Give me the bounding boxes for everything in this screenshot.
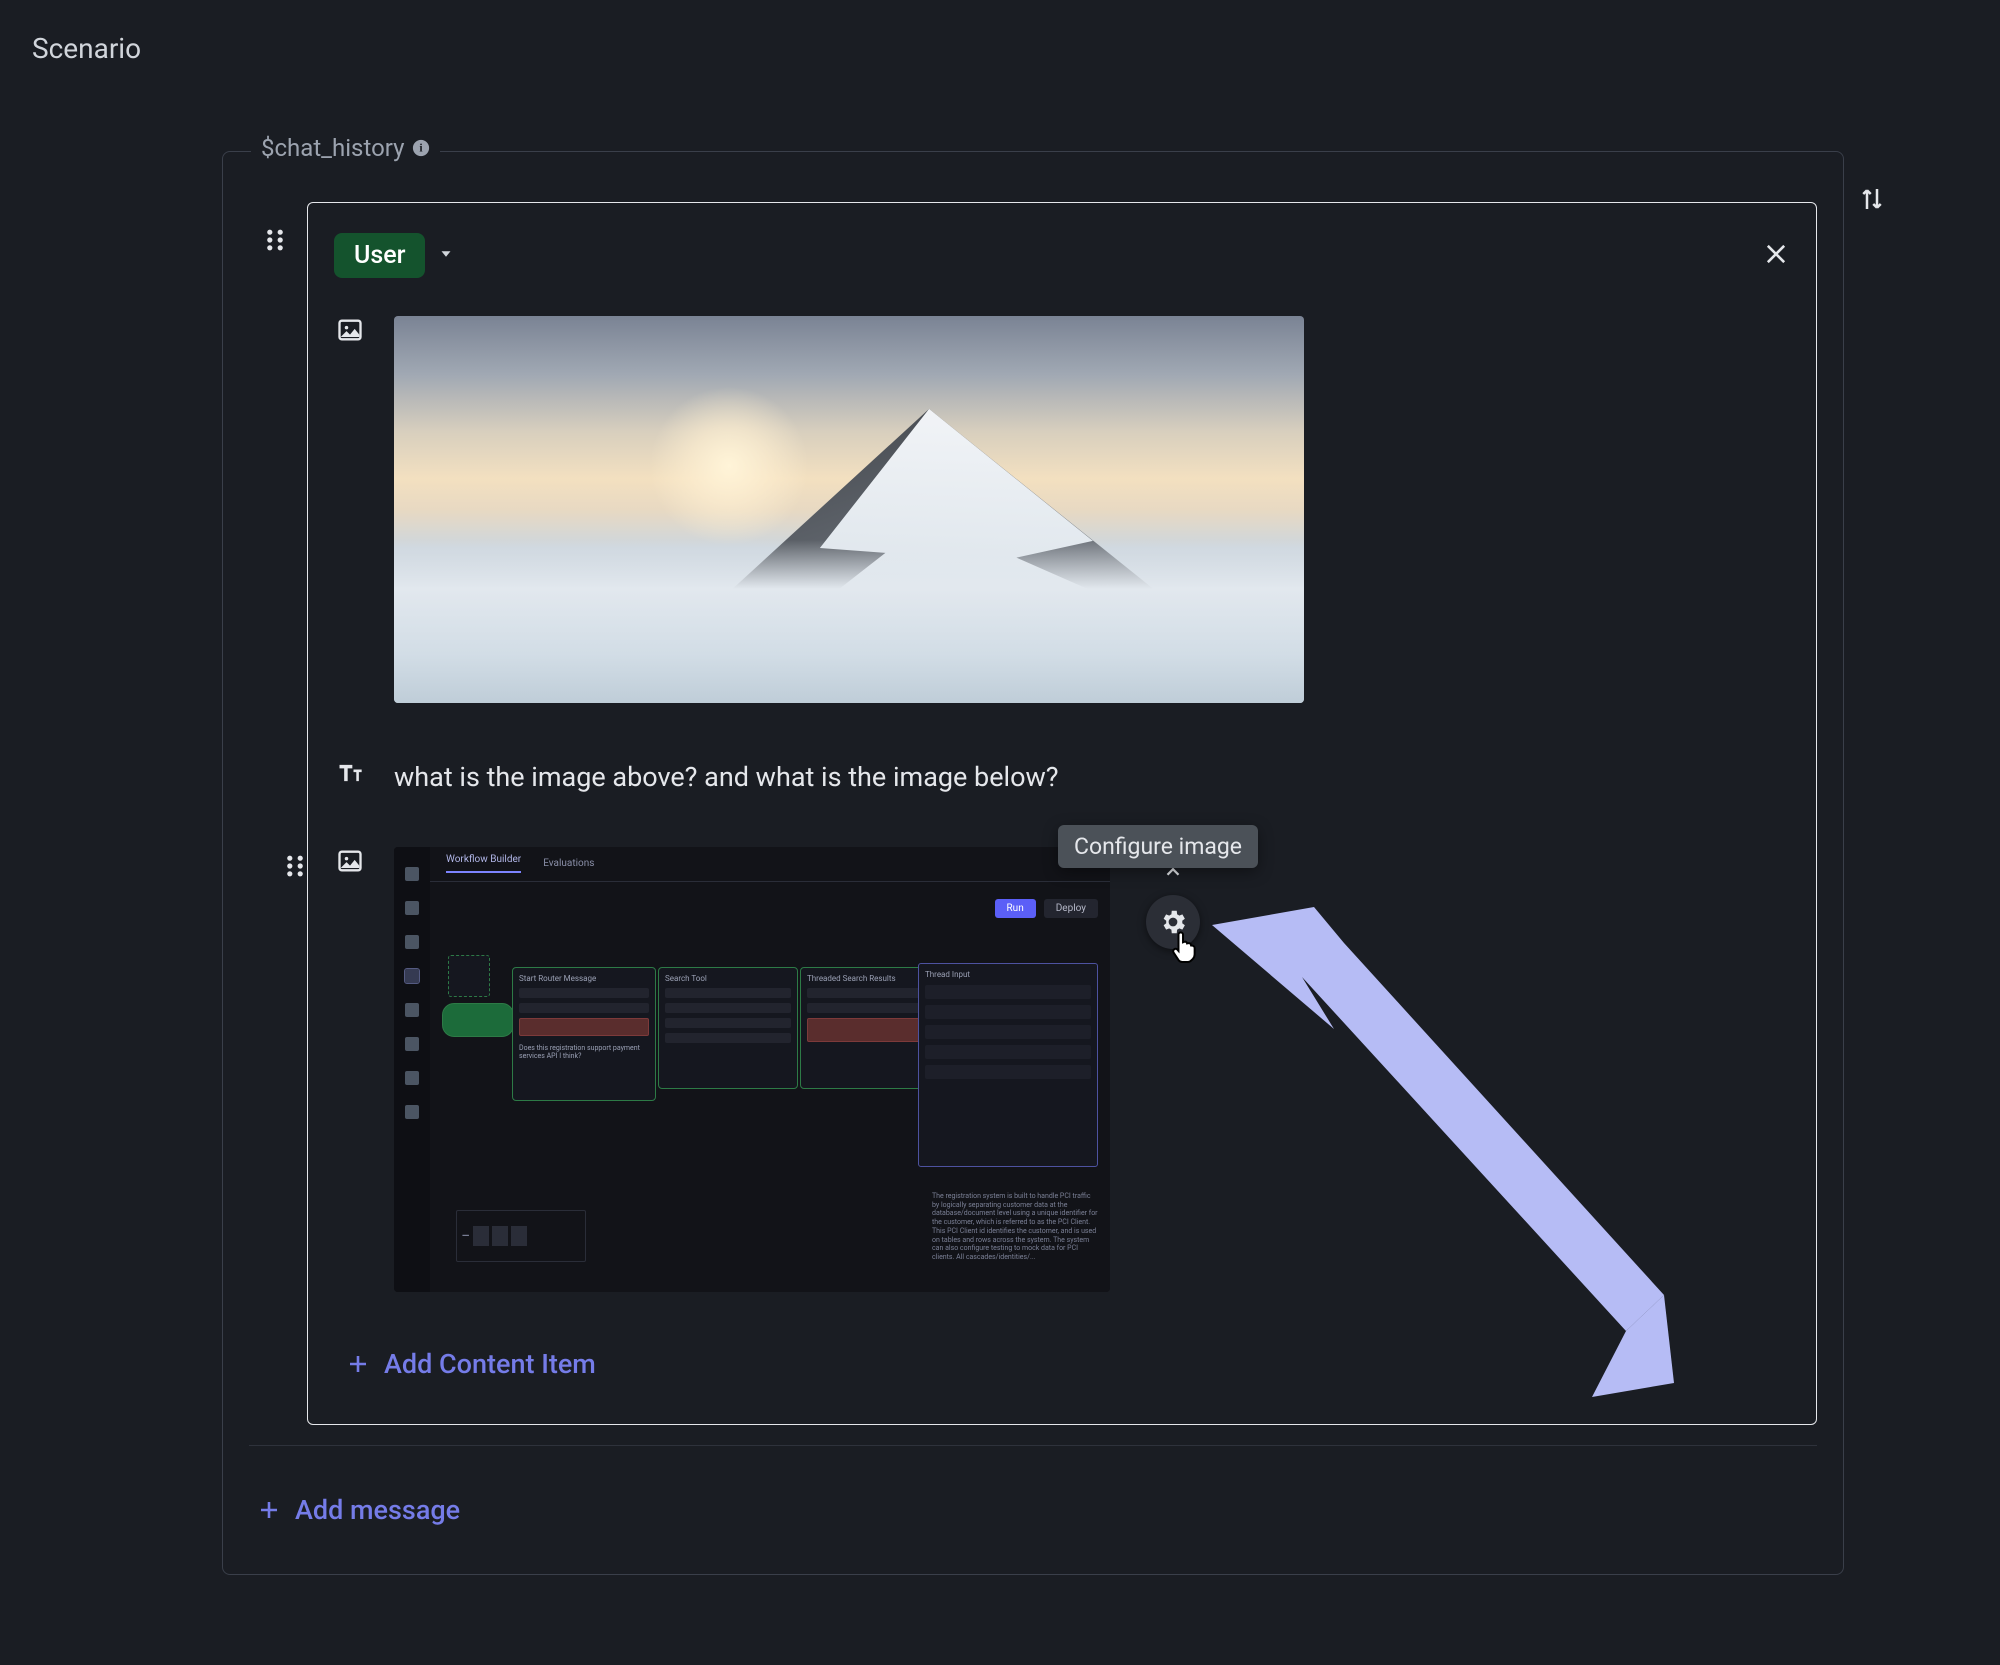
message-text[interactable]: what is the image above? and what is the… [394, 759, 1059, 797]
page-title: Scenario [32, 32, 2000, 65]
fieldset-legend: $chat_history i [251, 134, 440, 162]
content-item-text: what is the image above? and what is the… [334, 759, 1790, 797]
image-thumbnail-1[interactable] [394, 316, 1304, 703]
swap-order-icon[interactable] [1857, 184, 1887, 218]
role-label: User [334, 233, 425, 278]
drag-handle-icon[interactable] [282, 853, 308, 883]
info-icon[interactable]: i [412, 139, 430, 157]
legend-text: $chat_history [261, 134, 404, 162]
close-icon[interactable] [1762, 240, 1790, 272]
role-selector[interactable]: User [334, 233, 455, 278]
add-message-button[interactable]: Add message [249, 1476, 468, 1544]
message-card: User [307, 202, 1817, 1425]
image-icon [334, 847, 366, 875]
configure-image-tooltip: Configure image [1058, 825, 1258, 868]
text-icon [334, 759, 366, 787]
drag-handle-icon[interactable] [262, 227, 288, 257]
plus-icon [257, 1498, 281, 1522]
add-content-item-label: Add Content Item [384, 1348, 596, 1380]
chat-history-fieldset: $chat_history i User [222, 151, 1844, 1575]
image-icon [334, 316, 366, 344]
chevron-down-icon [437, 245, 455, 267]
add-message-label: Add message [295, 1494, 460, 1526]
pointer-cursor-icon [1168, 929, 1202, 971]
plus-icon [346, 1352, 370, 1376]
content-item-image-1 [334, 316, 1790, 703]
image-thumbnail-2[interactable]: Workflow Builder Evaluations Run Deploy … [394, 847, 1110, 1292]
add-content-item-button[interactable]: Add Content Item [338, 1330, 604, 1398]
content-item-image-2: Workflow Builder Evaluations Run Deploy … [334, 847, 1790, 1292]
annotation-arrow-icon [1194, 907, 1674, 1411]
